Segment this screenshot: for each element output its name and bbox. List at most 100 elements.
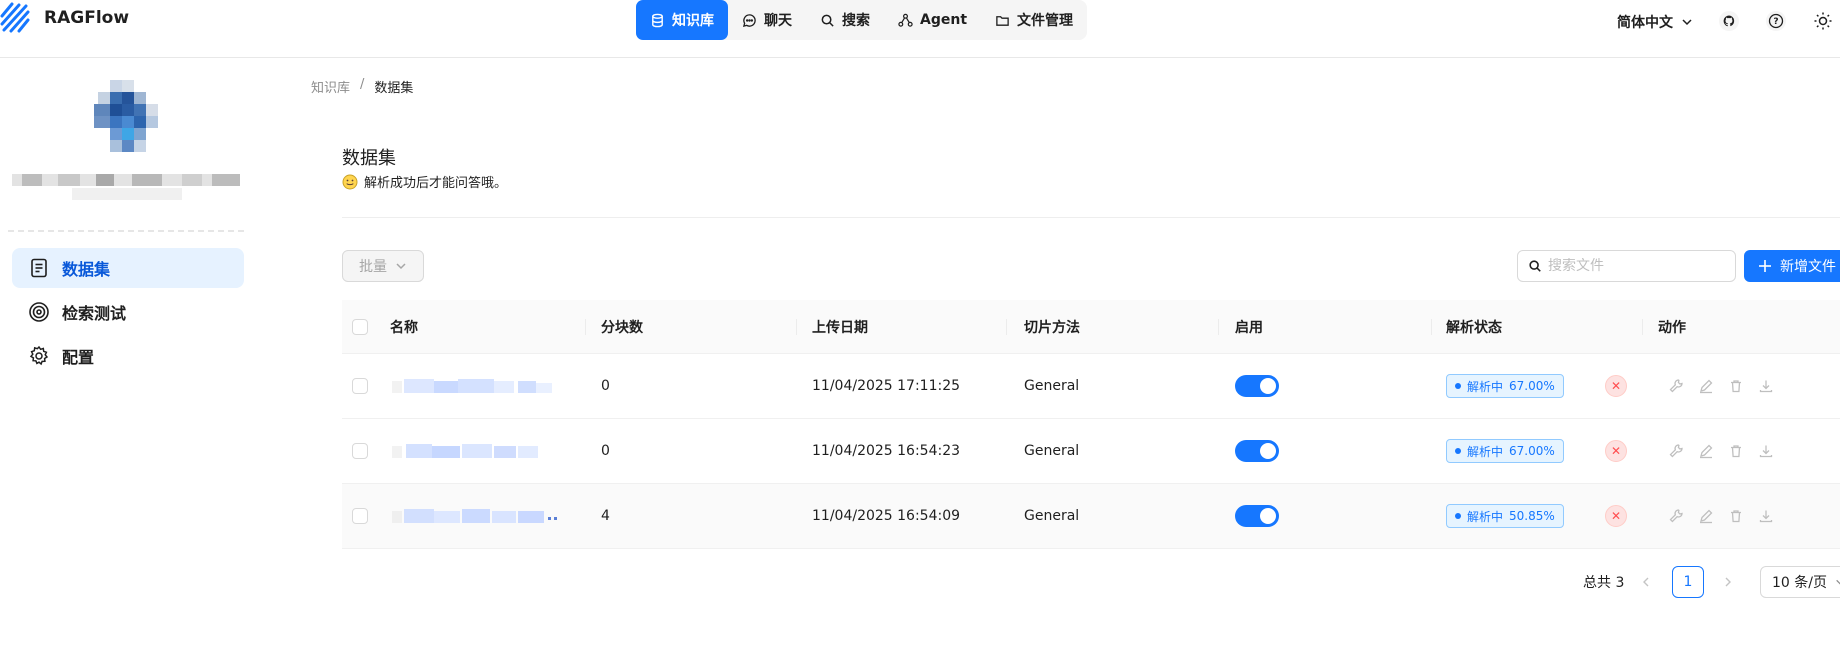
- sidebar-item-label: 数据集: [62, 260, 111, 279]
- nav-item-file-management[interactable]: 文件管理: [981, 0, 1087, 40]
- smile-emoji-icon: [342, 174, 358, 189]
- file-search-box[interactable]: [1517, 250, 1736, 282]
- plus-icon: [1759, 260, 1771, 272]
- cancel-parse-button[interactable]: ✕: [1605, 440, 1627, 462]
- main-nav: 知识库 聊天 搜索 Agent 文件管理: [636, 0, 1088, 40]
- target-icon: [29, 302, 49, 322]
- nav-label: 聊天: [764, 13, 792, 29]
- sidebar-item-settings[interactable]: 配置: [12, 336, 244, 376]
- download-icon[interactable]: [1758, 378, 1774, 394]
- status-text: 解析中: [1467, 444, 1504, 459]
- edit-icon[interactable]: [1698, 443, 1714, 459]
- page-tip-text: 解析成功后才能问答哦。: [364, 176, 508, 191]
- chevron-left-icon: [1643, 577, 1649, 587]
- prev-page-button[interactable]: [1640, 566, 1652, 598]
- edit-icon[interactable]: [1698, 508, 1714, 524]
- wrench-icon[interactable]: [1668, 443, 1684, 459]
- parse-status-badge[interactable]: 解析中 67.00%: [1446, 439, 1564, 463]
- next-page-button[interactable]: [1722, 566, 1734, 598]
- wrench-icon[interactable]: [1668, 508, 1684, 524]
- nav-label: 搜索: [842, 13, 870, 29]
- chunk-count: 0: [601, 443, 610, 459]
- enable-toggle[interactable]: [1235, 505, 1279, 527]
- github-icon[interactable]: [1718, 10, 1740, 32]
- row-actions: [1668, 508, 1774, 524]
- parse-status-badge[interactable]: 解析中 50.85%: [1446, 504, 1564, 528]
- column-header-chunk-method[interactable]: 切片方法: [1024, 300, 1080, 354]
- help-icon[interactable]: ?: [1765, 10, 1787, 32]
- add-file-button[interactable]: 新增文件: [1744, 250, 1840, 282]
- delete-icon[interactable]: [1728, 378, 1744, 394]
- documents-table: 名称 分块数 上传日期 切片方法 启用 解析状态 动作 0 11/04/2025…: [342, 300, 1840, 549]
- nav-item-chat[interactable]: 聊天: [728, 0, 806, 40]
- chunk-method[interactable]: General: [1024, 484, 1079, 548]
- table-row[interactable]: 4 11/04/2025 16:54:09 General 解析中 50.85%…: [342, 484, 1840, 549]
- folder-icon: [996, 15, 1009, 26]
- download-icon[interactable]: [1758, 508, 1774, 524]
- row-actions: [1668, 378, 1774, 394]
- download-icon[interactable]: [1758, 443, 1774, 459]
- theme-sun-icon[interactable]: [1812, 10, 1834, 32]
- column-header-name[interactable]: 名称: [390, 300, 418, 354]
- row-checkbox[interactable]: [352, 508, 368, 524]
- column-separator: [1218, 319, 1219, 335]
- breadcrumb: 知识库 / 数据集: [311, 77, 413, 96]
- bulk-actions-button[interactable]: 批量: [342, 250, 424, 282]
- table-row[interactable]: 0 11/04/2025 16:54:23 General 解析中 67.00%…: [342, 419, 1840, 484]
- file-name-blurred[interactable]: [392, 375, 562, 397]
- column-header-parse-status[interactable]: 解析状态: [1446, 300, 1502, 354]
- sidebar-item-label: 配置: [62, 348, 95, 367]
- sidebar-item-retrieval-test[interactable]: 检索测试: [12, 292, 244, 332]
- delete-icon[interactable]: [1728, 508, 1744, 524]
- sidebar: 数据集 检索测试 配置: [0, 58, 255, 653]
- status-progress: 50.85%: [1509, 509, 1555, 523]
- status-dot: [1455, 383, 1461, 389]
- language-label: 简体中文: [1617, 15, 1673, 31]
- column-header-upload-date[interactable]: 上传日期: [812, 300, 868, 354]
- chevron-down-icon: [396, 263, 406, 270]
- sidebar-item-dataset[interactable]: 数据集: [12, 248, 244, 288]
- nav-item-search[interactable]: 搜索: [806, 0, 884, 40]
- app-name: RAGFlow: [44, 8, 130, 28]
- file-name-blurred[interactable]: [392, 505, 562, 527]
- sidebar-item-label: 检索测试: [62, 304, 127, 323]
- parse-status-badge[interactable]: 解析中 67.00%: [1446, 374, 1564, 398]
- column-separator: [1006, 319, 1007, 335]
- column-separator: [796, 319, 797, 335]
- row-checkbox[interactable]: [352, 443, 368, 459]
- chunk-count: 4: [601, 508, 610, 524]
- search-input[interactable]: [1548, 258, 1718, 274]
- cancel-parse-button[interactable]: ✕: [1605, 505, 1627, 527]
- knowledge-base-avatar: [94, 80, 158, 152]
- edit-icon[interactable]: [1698, 378, 1714, 394]
- enable-toggle[interactable]: [1235, 440, 1279, 462]
- delete-icon[interactable]: [1728, 443, 1744, 459]
- page-size-select[interactable]: 10 条/页: [1760, 566, 1840, 598]
- enable-toggle[interactable]: [1235, 375, 1279, 397]
- nav-item-agent[interactable]: Agent: [884, 0, 981, 40]
- document-icon: [31, 258, 47, 278]
- chunk-method[interactable]: General: [1024, 354, 1079, 418]
- column-header-chunks[interactable]: 分块数: [601, 300, 643, 354]
- wrench-icon[interactable]: [1668, 378, 1684, 394]
- column-separator: [1431, 319, 1432, 335]
- column-header-enabled[interactable]: 启用: [1235, 300, 1263, 354]
- chevron-right-icon: [1725, 577, 1731, 587]
- page-number-button[interactable]: 1: [1672, 566, 1704, 598]
- status-progress: 67.00%: [1509, 444, 1555, 458]
- table-row[interactable]: 0 11/04/2025 17:11:25 General 解析中 67.00%…: [342, 354, 1840, 419]
- breadcrumb-root-link[interactable]: 知识库: [311, 77, 350, 96]
- status-progress: 67.00%: [1509, 379, 1555, 393]
- agent-icon: [898, 13, 913, 27]
- nav-item-knowledge-base[interactable]: 知识库: [636, 0, 728, 40]
- status-dot: [1455, 513, 1461, 519]
- page-size-label: 10 条/页: [1772, 575, 1827, 591]
- breadcrumb-separator: /: [360, 77, 365, 92]
- file-name-blurred[interactable]: [392, 440, 562, 462]
- row-checkbox[interactable]: [352, 378, 368, 394]
- cancel-parse-button[interactable]: ✕: [1605, 375, 1627, 397]
- chunk-method[interactable]: General: [1024, 419, 1079, 483]
- language-select[interactable]: 简体中文: [1617, 12, 1693, 32]
- column-separator: [585, 319, 586, 335]
- select-all-checkbox[interactable]: [352, 319, 368, 335]
